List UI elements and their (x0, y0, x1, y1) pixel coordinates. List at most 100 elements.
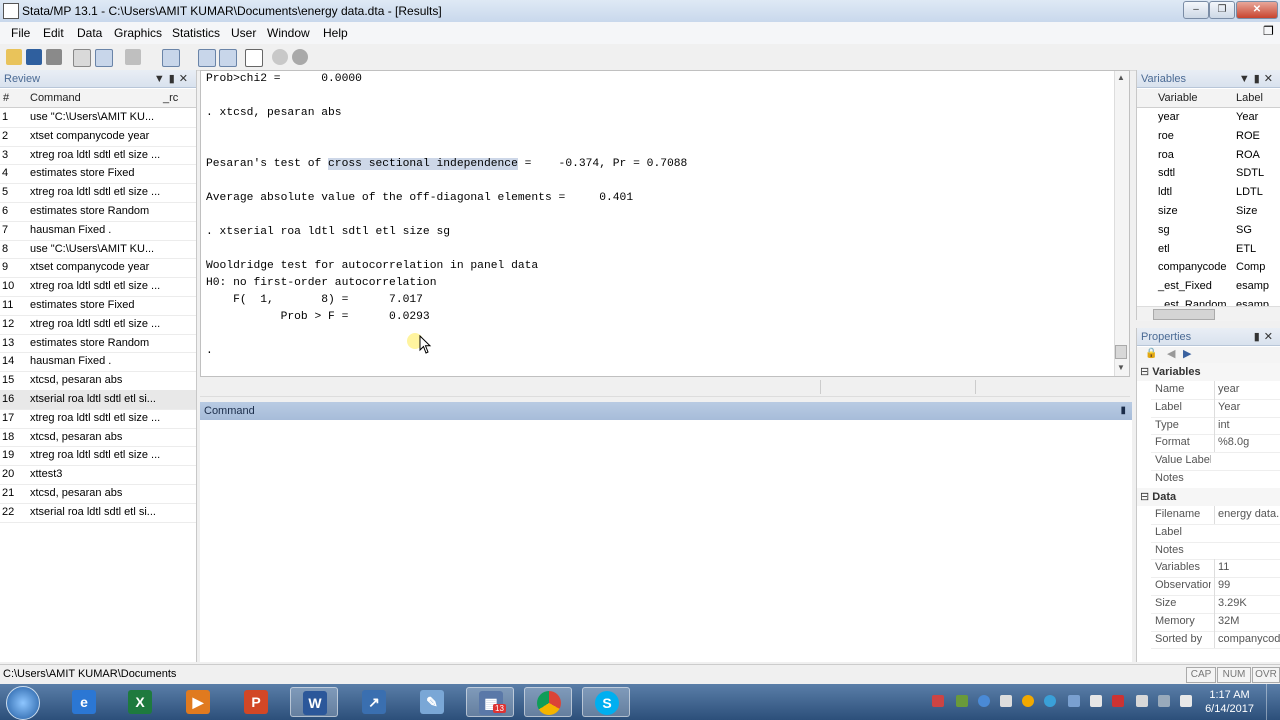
variable-row[interactable]: ldtl LDTL (1137, 183, 1280, 202)
data-editor-edit-icon[interactable] (198, 49, 216, 67)
panel-controls-icon[interactable]: ▼▮✕ (154, 70, 192, 88)
property-row[interactable]: Format %8.0g (1151, 434, 1280, 454)
show-desktop-button[interactable] (1266, 684, 1280, 720)
collapse-icon[interactable]: ⊟ (1140, 366, 1149, 378)
taskbar-paint[interactable]: ✎ (408, 687, 456, 717)
property-row[interactable]: Filenameenergy data...⊞ (1151, 506, 1280, 525)
property-row[interactable]: Observations99 (1151, 577, 1280, 596)
review-row[interactable]: 8 use "C:\Users\AMIT KU... (0, 240, 196, 260)
properties-section-variables[interactable]: ⊟ Variables (1137, 363, 1280, 381)
review-row[interactable]: 20 xttest3 (0, 465, 196, 485)
more-icon[interactable] (272, 49, 288, 65)
review-row[interactable]: 2 xtset companycode year (0, 127, 196, 147)
battery-icon[interactable] (1158, 695, 1170, 707)
log-icon[interactable] (73, 49, 91, 67)
property-row[interactable]: Label (1151, 524, 1280, 543)
taskbar-stata[interactable]: ▦ 13 (466, 687, 514, 717)
variables-manager-icon[interactable] (245, 49, 263, 67)
review-row[interactable]: 10 xtreg roa ldtl sdtl etl size ... (0, 277, 196, 297)
review-row[interactable]: 22 xtserial roa ldtl sdtl etl si... (0, 503, 196, 523)
variable-row[interactable]: roe ROE (1137, 127, 1280, 146)
tray-icon[interactable] (932, 695, 944, 707)
review-col-num[interactable]: # (3, 89, 9, 107)
tray-icon[interactable] (1090, 695, 1102, 707)
review-row[interactable]: 7 hausman Fixed . (0, 221, 196, 241)
variables-hscrollbar[interactable] (1137, 306, 1280, 321)
taskbar-powerpoint[interactable]: P (232, 687, 280, 717)
tray-icon[interactable] (978, 695, 990, 707)
properties-section-data[interactable]: ⊟ Data (1137, 488, 1280, 506)
network-icon[interactable] (1136, 695, 1148, 707)
menu-window[interactable]: Window (267, 26, 310, 40)
taskbar-media-player[interactable]: ▶ (174, 687, 222, 717)
collapse-icon[interactable]: ⊟ (1140, 491, 1149, 503)
review-row[interactable]: 9 xtset companycode year (0, 258, 196, 279)
menu-user[interactable]: User (231, 26, 256, 40)
review-col-command[interactable]: Command (30, 89, 81, 107)
scrollbar-thumb[interactable] (1115, 345, 1127, 359)
variables-col-name[interactable]: Variable (1158, 89, 1198, 107)
variable-row[interactable]: year Year (1137, 108, 1280, 127)
break-icon[interactable] (292, 49, 308, 65)
property-row[interactable]: Value Label (1151, 452, 1280, 471)
review-row[interactable]: 6 estimates store Random (0, 202, 196, 222)
panel-controls-icon[interactable]: ▼▮✕ (1239, 70, 1277, 88)
taskbar-skype[interactable]: S (582, 687, 630, 717)
close-button[interactable]: ✕ (1236, 1, 1278, 19)
open-icon[interactable] (6, 49, 22, 65)
do-file-editor-icon[interactable] (162, 49, 180, 67)
scrollbar-thumb[interactable] (1153, 309, 1215, 320)
review-row[interactable]: 11 estimates store Fixed (0, 296, 196, 316)
scroll-up-icon[interactable]: ▲ (1117, 73, 1125, 82)
review-row[interactable]: 14 hausman Fixed . (0, 352, 196, 373)
review-row[interactable]: 13 estimates store Random (0, 334, 196, 354)
restore-button[interactable]: ❐ (1209, 1, 1235, 19)
data-editor-browse-icon[interactable] (219, 49, 237, 67)
menu-statistics[interactable]: Statistics (172, 26, 220, 40)
variable-row[interactable]: size Size (1137, 202, 1280, 221)
menu-file[interactable]: File (11, 26, 30, 40)
menu-data[interactable]: Data (77, 26, 102, 40)
review-row[interactable]: 1 use "C:\Users\AMIT KU... (0, 108, 196, 128)
graph-icon[interactable] (125, 49, 141, 65)
variable-row[interactable]: sg SG (1137, 221, 1280, 240)
taskbar-chrome[interactable] (524, 687, 572, 717)
variable-row[interactable]: roa ROA (1137, 146, 1280, 165)
back-arrow-icon[interactable]: ◀ (1167, 347, 1175, 360)
start-button[interactable] (6, 686, 40, 720)
review-row[interactable]: 21 xtcsd, pesaran abs (0, 484, 196, 504)
menu-help[interactable]: Help (323, 26, 348, 40)
review-row[interactable]: 3 xtreg roa ldtl sdtl etl size ... (0, 146, 196, 166)
variable-row[interactable]: companycode Comp (1137, 258, 1280, 277)
lock-icon[interactable]: 🔒 (1145, 348, 1157, 359)
property-row[interactable]: Name year (1151, 381, 1280, 400)
review-row[interactable]: 15 xtcsd, pesaran abs (0, 371, 196, 391)
scroll-down-icon[interactable]: ▼ (1117, 363, 1125, 372)
variables-col-label[interactable]: Label (1236, 89, 1263, 107)
viewer-icon[interactable] (95, 49, 113, 67)
review-col-rc[interactable]: _rc (163, 89, 178, 107)
property-row[interactable]: Size 3.29K (1151, 595, 1280, 614)
print-icon[interactable] (46, 49, 62, 65)
property-row[interactable]: Notes (1151, 470, 1280, 489)
variable-row[interactable]: _est_Fixed esamp (1137, 277, 1280, 296)
menu-edit[interactable]: Edit (43, 26, 64, 40)
property-row[interactable]: Type int (1151, 416, 1280, 436)
property-row[interactable]: Variables 11 (1151, 559, 1280, 579)
minimize-button[interactable]: – (1183, 1, 1209, 19)
variable-row[interactable]: sdtl SDTL (1137, 164, 1280, 183)
command-input[interactable] (200, 420, 1132, 662)
property-row[interactable]: Label Year (1151, 398, 1280, 418)
review-row[interactable]: 18 xtcsd, pesaran abs (0, 428, 196, 448)
taskbar-stata-graph[interactable]: ↗ (350, 687, 398, 717)
forward-arrow-icon[interactable]: ▶ (1183, 347, 1191, 360)
property-row[interactable]: Sorted by companycode (1151, 630, 1280, 650)
review-row[interactable]: 16 xtserial roa ldtl sdtl etl si... (0, 390, 196, 410)
menu-graphics[interactable]: Graphics (114, 26, 162, 40)
tray-icon[interactable] (1022, 695, 1034, 707)
volume-icon[interactable] (1180, 695, 1192, 707)
clock[interactable]: 1:17 AM 6/14/2017 (1205, 688, 1254, 716)
review-row[interactable]: 19 xtreg roa ldtl sdtl etl size ... (0, 446, 196, 467)
restore-doc-icon[interactable]: ❐ (1263, 24, 1274, 38)
panel-controls-icon[interactable]: ▮✕ (1254, 328, 1277, 346)
